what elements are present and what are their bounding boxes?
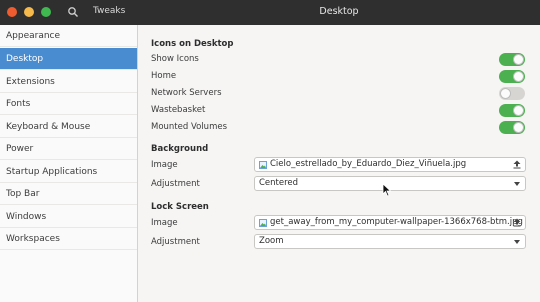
background-image-label: Image: [151, 160, 178, 170]
main-panel: Icons on Desktop Show Icons Home Network…: [139, 25, 540, 302]
section-heading-lock-screen: Lock Screen: [151, 202, 209, 212]
sidebar-item-top-bar[interactable]: Top Bar: [0, 183, 137, 205]
sidebar-item-power[interactable]: Power: [0, 138, 137, 160]
title-bar: Tweaks Desktop: [0, 0, 540, 25]
lock-screen-adjustment-value: Zoom: [259, 236, 284, 246]
upload-icon: [513, 218, 521, 227]
toggle-knob: [500, 88, 511, 99]
lock-screen-image-filename: get_away_from_my_computer-wallpaper-1366…: [270, 217, 523, 227]
toggle-knob: [513, 54, 524, 65]
wastebasket-toggle[interactable]: [499, 104, 525, 117]
upload-icon: [513, 160, 521, 169]
section-heading-background: Background: [151, 144, 209, 154]
sidebar-item-keyboard-mouse[interactable]: Keyboard & Mouse: [0, 116, 137, 138]
sidebar-item-desktop[interactable]: Desktop: [0, 48, 137, 70]
section-heading-icons: Icons on Desktop: [151, 39, 234, 49]
sidebar-item-appearance[interactable]: Appearance: [0, 25, 137, 47]
network-servers-toggle[interactable]: [499, 87, 525, 100]
chevron-down-icon: [514, 240, 520, 244]
toggle-knob: [513, 122, 524, 133]
mouse-cursor-icon: [382, 183, 392, 197]
background-image-filename: Cielo_estrellado_by_Eduardo_Diez_Viñuela…: [270, 159, 467, 169]
chevron-down-icon: [514, 182, 520, 186]
image-file-icon: [259, 161, 267, 169]
lock-screen-adjustment-label: Adjustment: [151, 237, 200, 247]
mounted-volumes-label: Mounted Volumes: [151, 122, 228, 132]
lock-screen-image-label: Image: [151, 218, 178, 228]
lock-screen-image-chooser[interactable]: get_away_from_my_computer-wallpaper-1366…: [254, 215, 526, 230]
page-title: Desktop: [319, 6, 359, 17]
background-image-chooser[interactable]: Cielo_estrellado_by_Eduardo_Diez_Viñuela…: [254, 157, 526, 172]
sidebar-item-startup-applications[interactable]: Startup Applications: [0, 161, 137, 183]
network-servers-label: Network Servers: [151, 88, 222, 98]
sidebar-item-workspaces[interactable]: Workspaces: [0, 228, 137, 250]
sidebar-item-extensions[interactable]: Extensions: [0, 71, 137, 93]
wastebasket-label: Wastebasket: [151, 105, 206, 115]
lock-screen-adjustment-dropdown[interactable]: Zoom: [254, 234, 526, 249]
background-adjustment-value: Centered: [259, 178, 299, 188]
show-icons-label: Show Icons: [151, 54, 199, 64]
sidebar-item-windows[interactable]: Windows: [0, 206, 137, 228]
sidebar: Appearance Desktop Extensions Fonts Keyb…: [0, 25, 138, 302]
toggle-knob: [513, 71, 524, 82]
toggle-knob: [513, 105, 524, 116]
image-file-icon: [259, 219, 267, 227]
show-icons-toggle[interactable]: [499, 53, 525, 66]
background-adjustment-label: Adjustment: [151, 179, 200, 189]
home-toggle[interactable]: [499, 70, 525, 83]
mounted-volumes-toggle[interactable]: [499, 121, 525, 134]
sidebar-item-fonts[interactable]: Fonts: [0, 93, 137, 115]
home-label: Home: [151, 71, 177, 81]
